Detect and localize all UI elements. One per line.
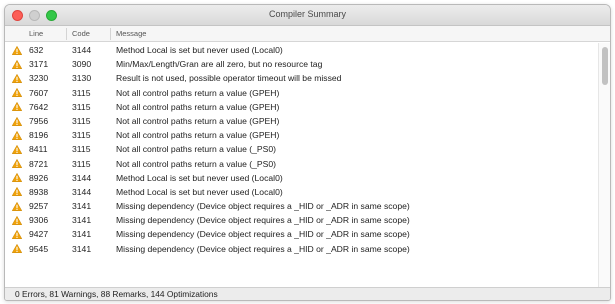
row-message: Method Local is set but never used (Loca…	[116, 186, 283, 197]
warning-icon	[12, 73, 22, 83]
row-message: Not all control paths return a value (_P…	[116, 158, 277, 169]
warning-icon	[12, 59, 22, 69]
table-row[interactable]: 8411 3115 Not all control paths return a v…	[5, 142, 598, 156]
title-bar[interactable]: Compiler Summary	[5, 5, 610, 26]
table-row[interactable]: 9427 3141 Missing dependency (Device objec…	[5, 227, 598, 241]
row-line-number: 8196	[29, 130, 49, 141]
column-header-message[interactable]: Message	[116, 29, 146, 38]
column-header-line[interactable]: Line	[29, 29, 43, 38]
column-header-code[interactable]: Code	[72, 29, 90, 38]
table-row[interactable]: 632 3144 Method Local is set but never use…	[5, 43, 598, 57]
warning-icon	[12, 187, 22, 197]
row-code: 3115	[72, 158, 91, 169]
row-message: Result is not used, possible operator ti…	[116, 73, 342, 84]
row-line-number: 9427	[29, 229, 49, 240]
table-row[interactable]: 8926 3144 Method Local is set but never us…	[5, 171, 598, 185]
row-message: Not all control paths return a value (_P…	[116, 144, 277, 155]
warning-icon	[12, 144, 22, 154]
row-message: Missing dependency (Device object requir…	[116, 229, 410, 240]
row-message: Missing dependency (Device object requir…	[116, 243, 410, 254]
vertical-scrollbar[interactable]	[598, 43, 610, 289]
table-row[interactable]: 9545 3141 Missing dependency (Device objec…	[5, 242, 598, 256]
window-title: Compiler Summary	[268, 9, 346, 19]
table-row[interactable]: 8196 3115 Not all control paths return a v…	[5, 128, 598, 142]
row-code: 3115	[72, 101, 91, 112]
row-message: Missing dependency (Device object requir…	[116, 201, 410, 212]
row-code: 3144	[72, 172, 92, 183]
table-row[interactable]: 3230 3130 Result is not used, possible ope…	[5, 71, 598, 85]
row-line-number: 3171	[29, 59, 49, 70]
table-row[interactable]: 7642 3115 Not all control paths return a v…	[5, 100, 598, 114]
row-line-number: 9257	[29, 201, 49, 212]
row-message: Not all control paths return a value (GP…	[116, 87, 280, 98]
warning-icon	[12, 45, 22, 55]
warning-icon	[12, 159, 22, 169]
table-row[interactable]: 8721 3115 Not all control paths return a v…	[5, 157, 598, 171]
row-code: 3115	[72, 144, 91, 155]
row-code: 3090	[72, 59, 92, 70]
row-message: Method Local is set but never used (Loca…	[116, 45, 283, 55]
warning-icon	[12, 173, 22, 183]
row-message: Not all control paths return a value (GP…	[116, 115, 280, 126]
row-message: Min/Max/Length/Gran are all zero, but no…	[116, 59, 323, 70]
table-row[interactable]: 9306 3141 Missing dependency (Device objec…	[5, 213, 598, 227]
scrollbar-thumb[interactable]	[602, 47, 608, 85]
table-row[interactable]: 3171 3090 Min/Max/Length/Gran are all zero…	[5, 57, 598, 71]
row-message: Method Local is set but never used (Loca…	[116, 172, 283, 183]
table-row[interactable]: 7956 3115 Not all control paths return a v…	[5, 114, 598, 128]
row-line-number: 8926	[29, 172, 49, 183]
row-line-number: 9545	[29, 243, 49, 254]
warning-icon	[12, 116, 22, 126]
row-line-number: 7607	[29, 87, 49, 98]
warning-icon	[12, 230, 22, 239]
row-line-number: 9306	[29, 215, 49, 226]
table-row[interactable]: 9257 3141 Missing dependency (Device objec…	[5, 199, 598, 213]
row-line-number: 7956	[29, 115, 49, 126]
row-line-number: 3230	[29, 73, 49, 84]
row-code: 3144	[72, 186, 92, 197]
column-divider	[110, 28, 111, 40]
row-code: 3115	[72, 87, 91, 98]
table-row[interactable]: 8938 3144 Method Local is set but never us…	[5, 185, 598, 199]
row-line-number: 632	[29, 45, 44, 55]
warning-icon	[12, 215, 22, 225]
status-summary: 0 Errors, 81 Warnings, 88 Remarks, 144 O…	[15, 289, 218, 299]
row-code: 3141	[72, 215, 92, 226]
table-header: Line Code Message	[5, 26, 610, 42]
row-line-number: 8721	[29, 158, 49, 169]
warning-icon	[12, 102, 22, 112]
row-code: 3130	[72, 73, 92, 84]
row-code: 3141	[72, 243, 92, 254]
warning-icon	[12, 244, 22, 254]
warning-icon	[12, 130, 22, 140]
row-code: 3115	[72, 115, 91, 126]
compiler-summary-window: Compiler Summary Line Code Message 632 31…	[4, 4, 611, 301]
row-code: 3141	[72, 229, 92, 240]
column-divider	[66, 28, 67, 40]
warning-icon	[12, 88, 22, 98]
table-row[interactable]: 7607 3115 Not all control paths return a v…	[5, 86, 598, 100]
row-code: 3144	[72, 45, 92, 55]
status-bar: 0 Errors, 81 Warnings, 88 Remarks, 144 O…	[5, 287, 610, 300]
message-list[interactable]: 632 3144 Method Local is set but never use…	[5, 43, 598, 289]
row-code: 3115	[72, 130, 91, 141]
warning-icon	[12, 201, 22, 211]
row-code: 3141	[72, 201, 92, 212]
row-message: Not all control paths return a value (GP…	[116, 101, 280, 112]
row-line-number: 8938	[29, 186, 49, 197]
row-message: Not all control paths return a value (GP…	[116, 130, 280, 141]
row-line-number: 7642	[29, 101, 49, 112]
row-message: Missing dependency (Device object requir…	[116, 215, 410, 226]
row-line-number: 8411	[29, 144, 48, 155]
